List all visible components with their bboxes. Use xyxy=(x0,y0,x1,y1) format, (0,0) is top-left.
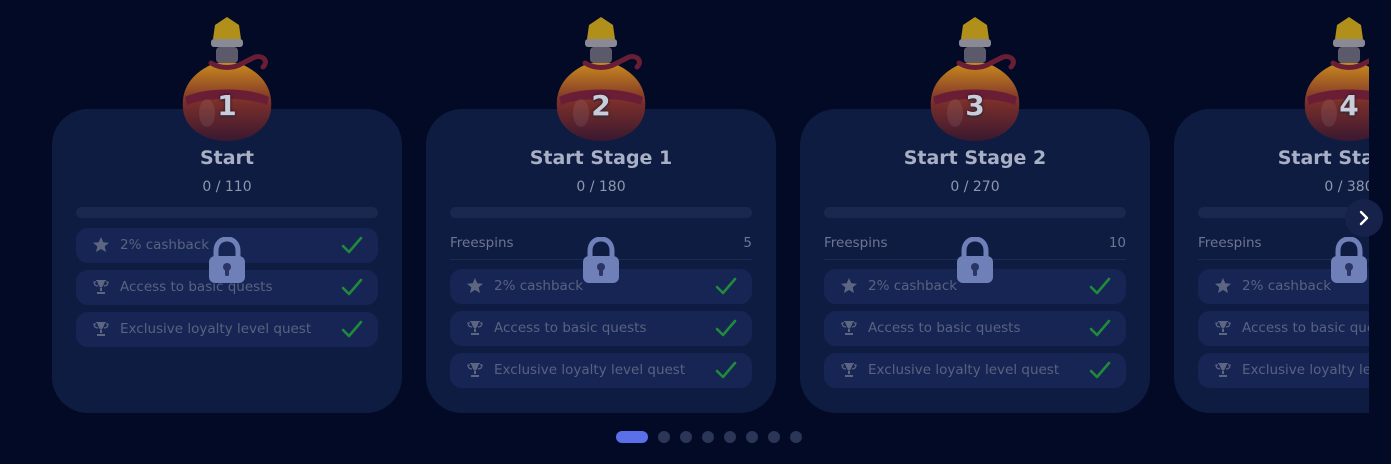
star-icon xyxy=(467,278,483,293)
checkmark-icon xyxy=(715,277,737,295)
perk-item: Access to basic quests xyxy=(450,311,752,346)
checkmark-icon xyxy=(341,278,363,296)
chevron-right-icon xyxy=(1359,210,1369,226)
freespins-value: 5 xyxy=(743,235,752,251)
perk-label: 2% cashback xyxy=(1242,278,1332,294)
pagination-dot[interactable] xyxy=(746,431,758,443)
perk-label: Access to basic quests xyxy=(868,320,1021,336)
perk-label: Access to basic quests xyxy=(120,279,273,295)
level-card: 2 Start Stage 1 0 / 180 Freespins 5 2% cas… xyxy=(426,17,776,413)
pagination-dot[interactable] xyxy=(702,431,714,443)
star-icon xyxy=(841,278,857,293)
level-card: 4Start Stage 30 / 380 Freespins 15 2% ca… xyxy=(1174,17,1369,413)
perk-item: Exclusive loyalty level quest xyxy=(450,353,752,388)
lock-icon xyxy=(1331,237,1367,283)
level-title: Start Stage 3 xyxy=(1277,147,1369,169)
level-title: Start Stage 2 xyxy=(903,147,1047,169)
perk-label: Exclusive loyalty level quest xyxy=(494,362,686,378)
perks-list: 2% cashback Access to basic quests Exclu… xyxy=(824,269,1126,395)
trophy-icon xyxy=(841,321,857,335)
pagination-dot[interactable] xyxy=(658,431,670,443)
trophy-icon xyxy=(467,321,483,335)
perk-label: Exclusive loyalty level quest xyxy=(1242,362,1369,378)
perk-label: Access to basic quests xyxy=(1242,320,1369,336)
level-card: 1 Start 0 / 110 2% cashback Access to basi… xyxy=(52,17,402,413)
checkmark-icon xyxy=(341,320,363,338)
freespins-label: Freespins xyxy=(1198,235,1262,251)
pagination-dot[interactable] xyxy=(790,431,802,443)
lock-icon xyxy=(583,237,619,283)
perk-label: 2% cashback xyxy=(120,237,210,253)
perk-item: Exclusive loyalty level quest xyxy=(76,312,378,347)
trophy-icon xyxy=(841,363,857,377)
level-progress-text: 0 / 270 xyxy=(950,179,1000,195)
trophy-icon xyxy=(467,363,483,377)
lock-icon xyxy=(957,237,993,283)
level-number: 3 xyxy=(965,89,985,122)
star-icon xyxy=(93,237,109,252)
checkmark-icon xyxy=(1089,277,1111,295)
level-number: 2 xyxy=(591,89,611,122)
potion-bottle-icon xyxy=(182,17,272,141)
checkmark-icon xyxy=(1089,319,1111,337)
potion-bottle-icon xyxy=(556,17,646,141)
star-icon xyxy=(1215,278,1231,293)
next-slide-button[interactable] xyxy=(1345,199,1383,237)
freespins-value: 10 xyxy=(1108,235,1126,251)
freespins-label: Freespins xyxy=(824,235,888,251)
level-progress-bar xyxy=(1198,207,1369,218)
levels-carousel: 1 Start 0 / 110 2% cashback Access to basi… xyxy=(0,0,1369,464)
trophy-icon xyxy=(93,280,109,294)
perk-item: Exclusive loyalty level quest xyxy=(1198,353,1369,388)
perk-item: Access to basic quests xyxy=(1198,311,1369,346)
pagination-dot[interactable] xyxy=(680,431,692,443)
trophy-icon xyxy=(93,322,109,336)
level-card: 3 Start Stage 2 0 / 270 Freespins 10 2% ca… xyxy=(800,17,1150,413)
freespins-label: Freespins xyxy=(450,235,514,251)
level-number: 4 xyxy=(1339,89,1359,122)
pagination-dot[interactable] xyxy=(768,431,780,443)
checkmark-icon xyxy=(341,236,363,254)
perk-item: Exclusive loyalty level quest xyxy=(824,353,1126,388)
perks-list: 2% cashback Access to basic quests Exclu… xyxy=(450,269,752,395)
level-title: Start Stage 1 xyxy=(529,147,673,169)
level-progress-text: 0 / 110 xyxy=(202,179,252,195)
potion-bottle-icon xyxy=(1304,17,1369,141)
level-progress-bar xyxy=(76,207,378,218)
potion-bottle-icon xyxy=(930,17,1020,141)
level-title: Start xyxy=(199,147,255,169)
perk-label: 2% cashback xyxy=(494,278,584,294)
level-progress-text: 0 / 180 xyxy=(576,179,626,195)
level-progress-bar xyxy=(824,207,1126,218)
level-progress-text: 0 / 380 xyxy=(1324,179,1369,195)
checkmark-icon xyxy=(715,319,737,337)
checkmark-icon xyxy=(715,361,737,379)
level-progress-bar xyxy=(450,207,752,218)
checkmark-icon xyxy=(1089,361,1111,379)
perk-item: Access to basic quests xyxy=(824,311,1126,346)
pagination-dot[interactable] xyxy=(724,431,736,443)
perk-label: Access to basic quests xyxy=(494,320,647,336)
lock-icon xyxy=(209,237,245,283)
trophy-icon xyxy=(1215,363,1231,377)
perk-label: Exclusive loyalty level quest xyxy=(120,321,312,337)
level-number: 1 xyxy=(217,89,237,122)
perk-label: 2% cashback xyxy=(868,278,958,294)
pagination-dot-active[interactable] xyxy=(616,431,648,443)
trophy-icon xyxy=(1215,321,1231,335)
perk-label: Exclusive loyalty level quest xyxy=(868,362,1060,378)
perks-list: 2% cashback Access to basic quests Exclu… xyxy=(1198,269,1369,395)
